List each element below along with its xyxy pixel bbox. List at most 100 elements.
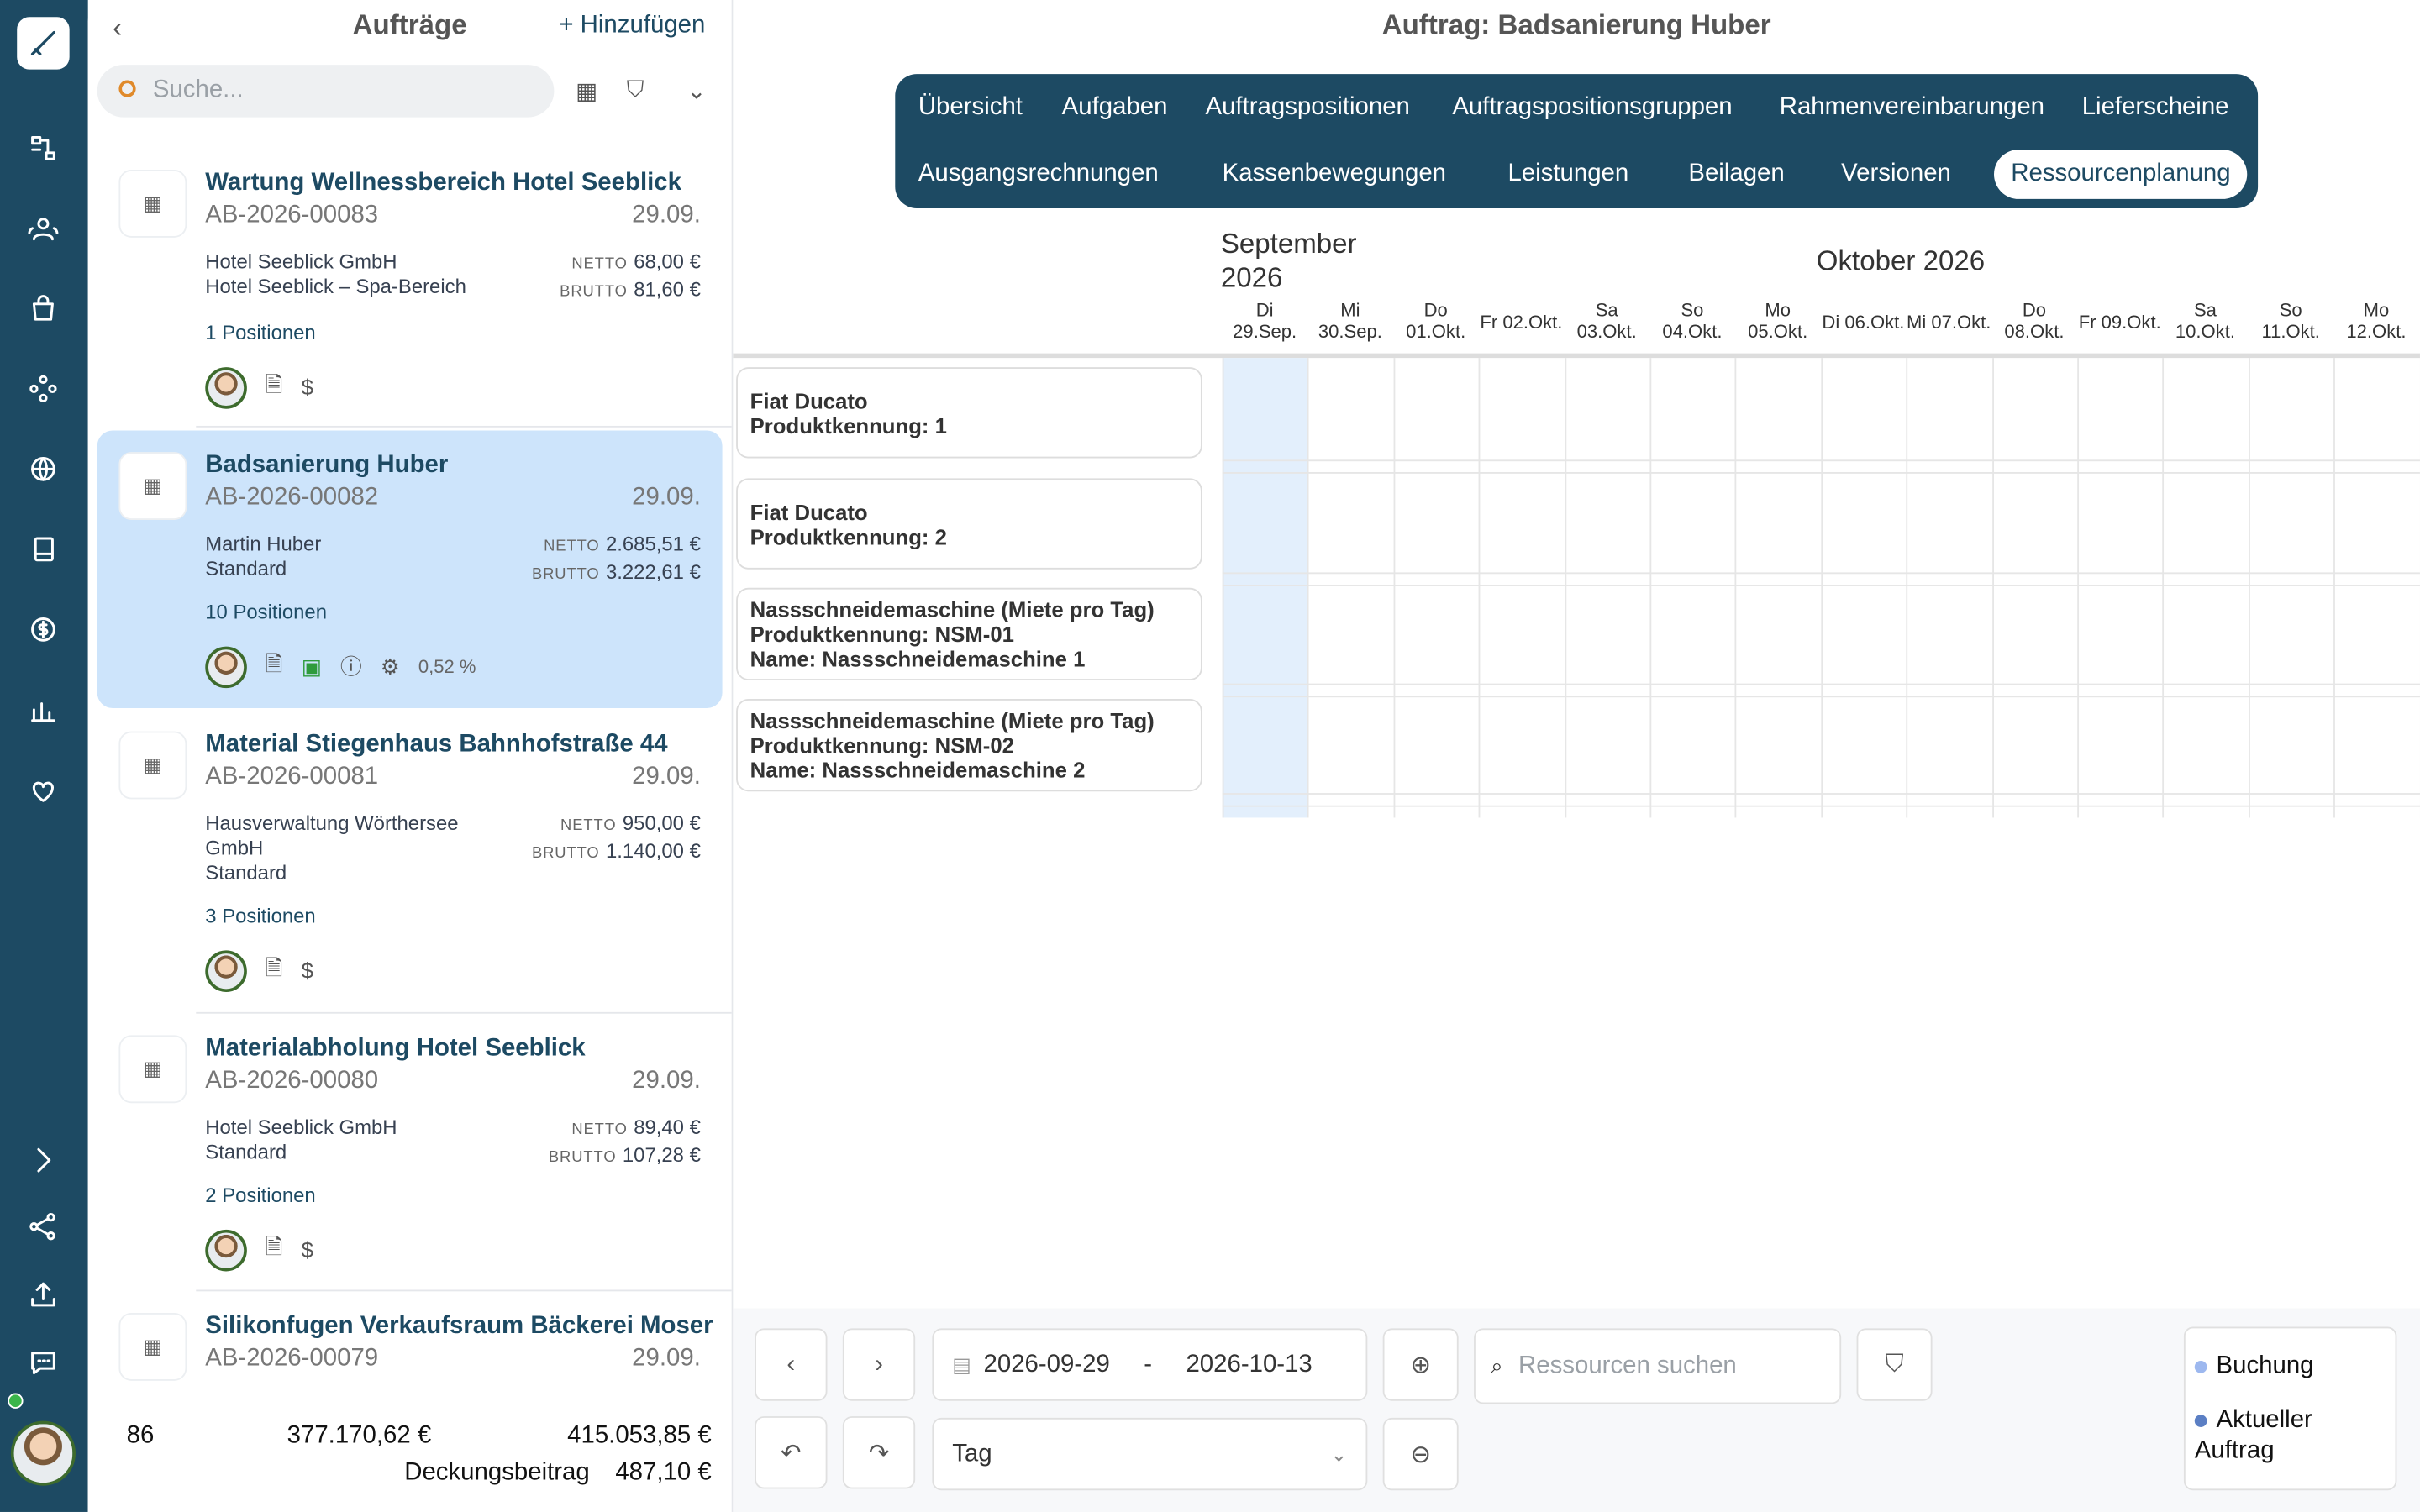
order-tabs: Übersicht Aufgaben Auftragspositionen Au…	[895, 74, 2259, 208]
resource-id: Produktkennung: NSM-02	[750, 732, 1014, 758]
dollar-icon[interactable]: $	[302, 375, 313, 399]
tab-beilagen[interactable]: Beilagen	[1671, 150, 1802, 199]
margin-percent: 0,52 %	[418, 655, 476, 678]
grid-column-line	[2333, 358, 2336, 818]
today-column-highlight	[1222, 358, 1307, 818]
shopping-bag-icon[interactable]	[24, 288, 64, 328]
resource-row[interactable]: Nassschneidemaschine (Miete pro Tag) Prod…	[736, 587, 1202, 680]
resource-filter-icon[interactable]: ⛉	[1856, 1328, 1933, 1401]
tab-kassenbewegungen[interactable]: Kassenbewegungen	[1205, 150, 1463, 199]
customer-detail: Standard	[205, 860, 287, 885]
order-card[interactable]: ▦ Wartung Wellnessbereich Hotel Seeblick…	[97, 148, 723, 423]
assignee-avatar[interactable]	[205, 1228, 247, 1271]
tab-uebersicht[interactable]: Übersicht	[902, 83, 1040, 133]
share-icon[interactable]	[24, 1206, 64, 1247]
book-icon[interactable]	[24, 529, 64, 570]
workflow-icon[interactable]	[24, 128, 64, 168]
netto-value: 89,40 €	[634, 1115, 701, 1139]
view-select[interactable]: Tag ⌄	[932, 1417, 1368, 1491]
order-card-selected[interactable]: ▦ Badsanierung Huber AB-2026-00082 29.09…	[97, 430, 723, 709]
network-icon[interactable]	[24, 369, 64, 409]
order-card[interactable]: ▦ Silikonfugen Verkaufsraum Bäckerei Mos…	[97, 1291, 723, 1413]
dollar-icon[interactable]	[24, 609, 64, 649]
heart-icon[interactable]	[24, 771, 64, 811]
dollar-icon[interactable]: $	[302, 1237, 313, 1262]
zoom-out-icon[interactable]: ⊖	[1382, 1417, 1459, 1491]
delivery-note-icon[interactable]: ▣	[302, 654, 322, 680]
users-icon[interactable]	[24, 208, 64, 249]
tab-aufgaben[interactable]: Aufgaben	[1044, 83, 1184, 133]
upload-icon[interactable]	[24, 1274, 64, 1315]
dollar-icon[interactable]: $	[302, 958, 313, 983]
resource-name: Nassschneidemaschine (Miete pro Tag)	[750, 708, 1155, 733]
redo-icon[interactable]: ↷	[842, 1416, 916, 1489]
app-logo[interactable]	[17, 17, 70, 70]
globe-icon[interactable]	[24, 449, 64, 489]
tab-lieferscheine[interactable]: Lieferscheine	[2065, 83, 2246, 133]
header-divider	[733, 353, 2420, 359]
tab-rahmenvereinbarungen[interactable]: Rahmenvereinbarungen	[1763, 83, 2062, 133]
grid-column-line	[2077, 358, 2080, 818]
tab-auftragspositionsgruppen[interactable]: Auftragspositionsgruppen	[1435, 83, 1749, 133]
document-icon[interactable]: 🗎	[266, 952, 283, 989]
grid-row-line	[1222, 793, 2420, 795]
resource-row[interactable]: Fiat Ducato Produktkennung: 1	[736, 367, 1202, 459]
tab-auftragspositionen[interactable]: Auftragspositionen	[1188, 83, 1427, 133]
add-order-label: Hinzufügen	[580, 12, 706, 39]
undo-icon[interactable]: ↶	[755, 1416, 828, 1489]
legend-booking-label: Buchung	[2216, 1352, 2314, 1380]
search-icon	[118, 80, 136, 97]
day-header: Do 08.Okt.	[2004, 299, 2065, 343]
grid-row-line	[1222, 805, 2420, 807]
table-view-icon[interactable]: ▦	[576, 77, 597, 105]
gear-icon[interactable]: ⚙	[381, 654, 400, 680]
chat-icon[interactable]	[24, 1342, 64, 1383]
assignee-avatar[interactable]	[205, 949, 247, 992]
netto-label: NETTO	[571, 255, 628, 274]
order-card[interactable]: ▦ Materialabholung Hotel Seeblick AB-202…	[97, 1014, 723, 1292]
day-header: So 11.Okt.	[2261, 299, 2320, 343]
assignee-avatar[interactable]	[205, 645, 247, 688]
next-period-button[interactable]: ›	[842, 1328, 916, 1401]
day-header: Mo 12.Okt.	[2346, 299, 2407, 343]
resource-row[interactable]: Nassschneidemaschine (Miete pro Tag) Prod…	[736, 699, 1202, 792]
day-header: Mi 07.Okt.	[1906, 312, 1991, 333]
filter-icon[interactable]: ⛉	[627, 77, 644, 103]
date-range-picker[interactable]: ▤ 2026-09-29 - 2026-10-13	[932, 1328, 1368, 1401]
order-date: 29.09.	[632, 484, 701, 511]
date-separator: -	[1144, 1351, 1153, 1378]
assignee-avatar[interactable]	[205, 366, 247, 408]
add-order-button[interactable]: + Hinzufügen	[559, 13, 705, 40]
resource-label: Name: Nassschneidemaschine 2	[750, 757, 1086, 783]
grid-column-line	[1564, 358, 1566, 818]
brutto-total: 415.053,85 €	[567, 1422, 712, 1449]
customer-name: Hotel Seeblick GmbH	[205, 249, 397, 274]
resource-row[interactable]: Fiat Ducato Produktkennung: 2	[736, 478, 1202, 570]
grid-icon: ▦	[118, 1035, 187, 1104]
customer-detail: Standard	[205, 557, 287, 580]
zoom-in-icon[interactable]: ⊕	[1382, 1328, 1459, 1401]
list-header: ‹ Aufträge + Hinzufügen	[88, 0, 732, 52]
tab-leistungen[interactable]: Leistungen	[1491, 150, 1645, 199]
expand-chevron-icon[interactable]	[24, 1140, 64, 1180]
order-search-input[interactable]: Suche...	[97, 65, 555, 118]
document-icon[interactable]: 🗎	[266, 648, 283, 685]
document-icon[interactable]: 🗎	[266, 1231, 283, 1268]
tab-versionen[interactable]: Versionen	[1824, 150, 1968, 199]
resource-search-input[interactable]: ⌕ Ressourcen suchen	[1474, 1328, 1842, 1404]
prev-period-button[interactable]: ‹	[755, 1328, 828, 1401]
chevron-down-icon[interactable]: ⌄	[687, 77, 706, 105]
tab-ausgangsrechnungen[interactable]: Ausgangsrechnungen	[902, 150, 1176, 199]
grid-icon: ▦	[118, 1313, 187, 1381]
order-card[interactable]: ▦ Material Stiegenhaus Bahnhofstraße 44 …	[97, 710, 723, 1012]
bar-chart-icon[interactable]	[24, 691, 64, 732]
customer-name: Hausverwaltung Wörthersee GmbH	[205, 811, 459, 860]
tab-ressourcenplanung[interactable]: Ressourcenplanung	[1994, 150, 2248, 199]
grid-row-line	[1222, 585, 2420, 586]
resource-id: Produktkennung: NSM-01	[750, 622, 1014, 647]
positions-count: 3 Positionen	[205, 904, 316, 927]
info-icon[interactable]: ⓘ	[340, 651, 362, 682]
month-year: 2026	[1220, 262, 1283, 293]
user-avatar[interactable]	[10, 1420, 76, 1486]
document-icon[interactable]: 🗎	[266, 369, 283, 406]
